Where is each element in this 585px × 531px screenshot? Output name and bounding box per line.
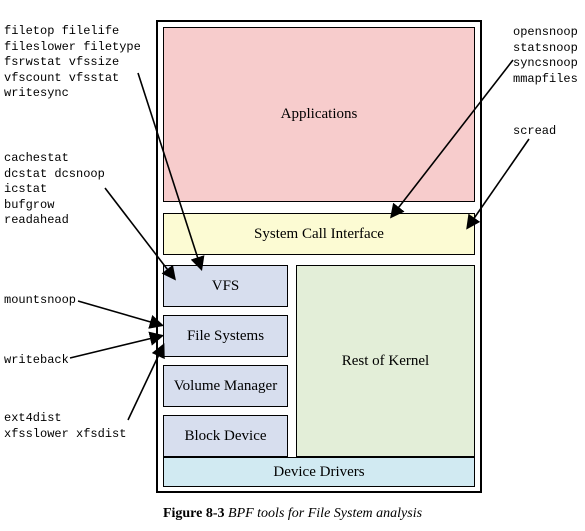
applications-label: Applications [281, 106, 358, 123]
caption-text: BPF tools for File System analysis [225, 506, 423, 521]
file-systems-label: File Systems [187, 328, 264, 345]
file-systems-layer: File Systems [163, 315, 288, 357]
label-left-3: mountsnoop [4, 293, 76, 309]
label-left-2: cachestat dcstat dcsnoop icstat bufgrow … [4, 151, 105, 229]
rest-of-kernel-label: Rest of Kernel [342, 353, 429, 370]
rest-of-kernel-layer: Rest of Kernel [296, 265, 475, 457]
device-drivers-layer: Device Drivers [163, 457, 475, 487]
volume-manager-label: Volume Manager [174, 378, 277, 395]
figure-caption: Figure 8-3 BPF tools for File System ana… [0, 506, 585, 522]
volume-manager-layer: Volume Manager [163, 365, 288, 407]
label-left-5: ext4dist xfsslower xfsdist [4, 411, 126, 442]
block-device-label: Block Device [184, 428, 266, 445]
vfs-label: VFS [212, 278, 240, 295]
device-drivers-label: Device Drivers [273, 464, 364, 481]
label-right-2: scread [513, 124, 556, 140]
arrow-mountsnoop-to-fs [78, 301, 161, 325]
block-device-layer: Block Device [163, 415, 288, 457]
vfs-layer: VFS [163, 265, 288, 307]
applications-layer: Applications [163, 27, 475, 202]
syscall-layer: System Call Interface [163, 213, 475, 255]
label-left-4: writeback [4, 353, 69, 369]
caption-label: Figure 8-3 [163, 506, 225, 521]
label-right-1: opensnoop statsnoop syncsnoop mmapfiles [513, 25, 578, 87]
arrow-writeback-to-fs [70, 336, 161, 358]
syscall-label: System Call Interface [254, 226, 384, 243]
label-left-1: filetop filelife fileslower filetype fsr… [4, 24, 141, 102]
